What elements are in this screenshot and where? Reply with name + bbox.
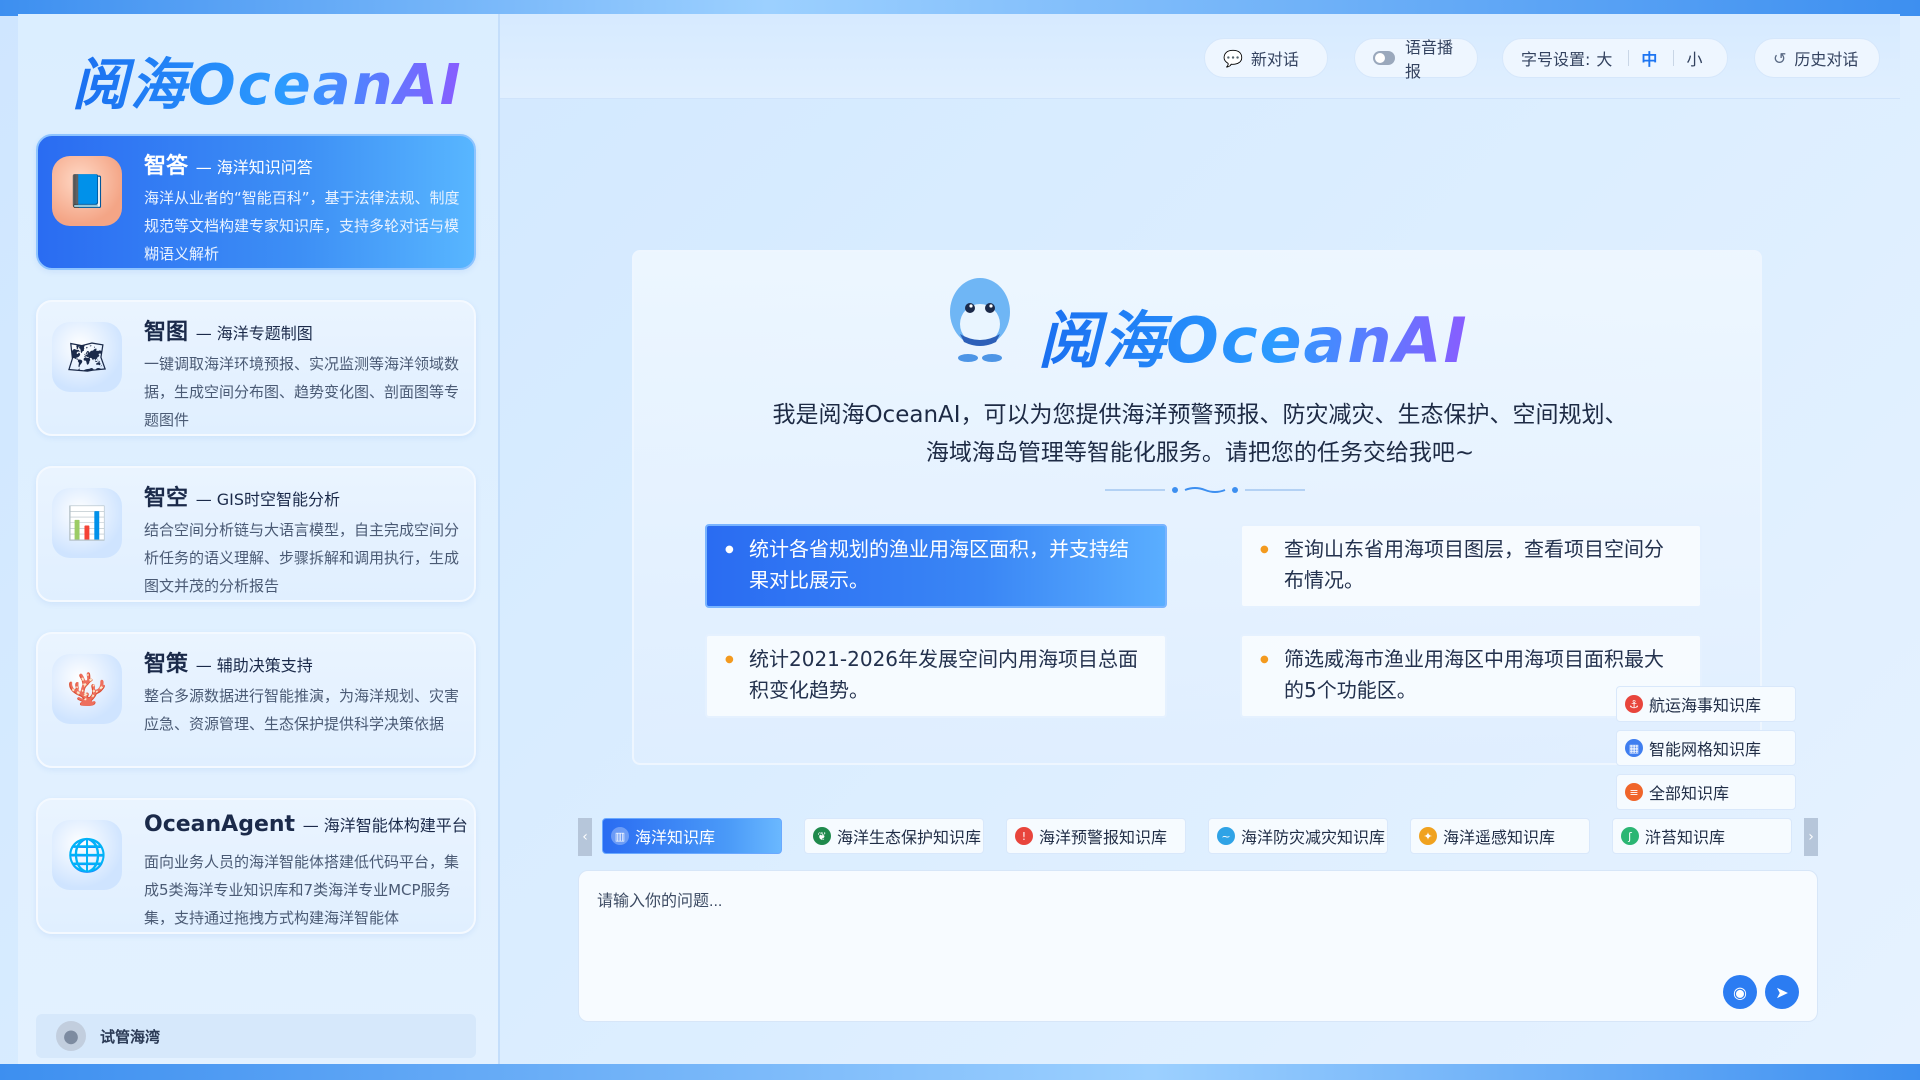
chat-bubble-icon: 💬 xyxy=(1223,48,1243,68)
sidebar-card-oceanagent[interactable]: 🌐 OceanAgent — 海洋智能体构建平台 面向业务人员的海洋智能体搭建低… xyxy=(36,798,476,934)
tabs-scroll-right-button[interactable]: › xyxy=(1804,818,1818,856)
suggestion-card[interactable]: 统计2021-2026年发展空间内用海项目总面积变化趋势。 xyxy=(705,634,1167,718)
card-title: 智空 — GIS时空智能分析 xyxy=(144,486,341,511)
card-description: 海洋从业者的“智能百科”，基于法律法规、制度规范等文档构建专家知识库，支持多轮对… xyxy=(144,189,460,263)
kb-tab-disaster[interactable]: ~ 海洋防灾减灾知识库 xyxy=(1208,818,1388,854)
send-icon: ➤ xyxy=(1775,982,1789,1002)
welcome-logo: 阅海OceanAI xyxy=(1038,290,1469,380)
dolphin-mascot-icon xyxy=(950,278,1010,362)
window-frame-bottom xyxy=(0,1064,1920,1080)
card-title: 智图 — 海洋专题制图 xyxy=(144,320,313,345)
welcome-intro: 我是阅海OceanAI，可以为您提供海洋预警预报、防灾减灾、生态保护、空间规划、… xyxy=(772,402,1628,466)
avatar: ● xyxy=(56,1021,86,1051)
suggestion-card[interactable]: 查询山东省用海项目图层，查看项目空间分布情况。 xyxy=(1240,524,1702,608)
satellite-icon: ✦ xyxy=(1419,827,1437,845)
voice-label: 语音播报 xyxy=(1404,38,1453,81)
book-icon: 📘 xyxy=(52,156,122,226)
font-size-large[interactable]: 大 xyxy=(1596,46,1612,70)
sidebar-card-zhikong[interactable]: 📊 智空 — GIS时空智能分析 结合空间分析链与大语言模型，自主完成空间分析任… xyxy=(36,466,476,602)
layers-icon: ≡ xyxy=(1625,783,1643,801)
font-size-medium[interactable]: 中 xyxy=(1641,46,1657,70)
card-description: 整合多源数据进行智能推演，为海洋规划、灾害应急、资源管理、生态保护提供科学决策依… xyxy=(144,687,460,733)
history-label: 历史对话 xyxy=(1794,50,1859,69)
card-title: OceanAgent — 海洋智能体构建平台 xyxy=(144,812,468,837)
sidebar-card-zhice[interactable]: 🪸 智策 — 辅助决策支持 整合多源数据进行智能推演，为海洋规划、灾害应急、资源… xyxy=(36,632,476,768)
history-icon: ↺ xyxy=(1773,48,1787,68)
divider xyxy=(1673,50,1675,66)
send-button[interactable]: ➤ xyxy=(1765,975,1799,1009)
sidebar-card-zhida[interactable]: 📘 智答 — 海洋知识问答 海洋从业者的“智能百科”，基于法律法规、制度规范等文… xyxy=(36,134,476,270)
user-profile-bar[interactable]: ● 试管海湾 xyxy=(36,1014,476,1058)
grid-icon: ▦ xyxy=(1625,739,1643,757)
new-chat-button[interactable]: 💬 新对话 xyxy=(1204,38,1328,78)
alert-icon: ! xyxy=(1015,827,1033,845)
kb-tab-warning[interactable]: ! 海洋预警报知识库 xyxy=(1006,818,1186,854)
card-title: 智策 — 辅助决策支持 xyxy=(144,652,313,677)
sidebar-card-zhitu[interactable]: 🗺 智图 — 海洋专题制图 一键调取海洋环境预报、实况监测等海洋领域数据，生成空… xyxy=(36,300,476,436)
coral-icon: 🪸 xyxy=(52,654,122,724)
seaweed-icon: ʃ xyxy=(1621,827,1639,845)
leaf-icon: ❦ xyxy=(813,827,831,845)
library-icon: ▥ xyxy=(611,827,629,845)
divider xyxy=(1628,50,1630,66)
history-button[interactable]: ↺ 历史对话 xyxy=(1754,38,1880,78)
globe-icon: 🌐 xyxy=(52,820,122,890)
ship-icon: ⚓ xyxy=(1625,695,1643,713)
kb-tab-ocean[interactable]: ▥ 海洋知识库 xyxy=(602,818,782,854)
suggestion-card[interactable]: 统计各省规划的渔业用海区面积，并支持结果对比展示。 xyxy=(705,524,1167,608)
card-title: 智答 — 海洋知识问答 xyxy=(144,154,313,179)
card-description: 一键调取海洋环境预报、实况监测等海洋领域数据，生成空间分布图、趋势变化图、剖面图… xyxy=(144,355,460,429)
wave-divider-icon xyxy=(1105,487,1305,493)
card-description: 结合空间分析链与大语言模型，自主完成空间分析任务的语义理解、步骤拆解和调用执行，… xyxy=(144,521,460,595)
map-icon: 🗺 xyxy=(52,322,122,392)
wave-icon: ~ xyxy=(1217,827,1235,845)
kb-tab-enteromorpha[interactable]: ʃ 浒苔知识库 xyxy=(1612,818,1792,854)
kb-tab-remote-sensing[interactable]: ✦ 海洋遥感知识库 xyxy=(1410,818,1590,854)
kb-option-grid[interactable]: ▦ 智能网格知识库 xyxy=(1616,730,1796,766)
kb-option-all[interactable]: ≡ 全部知识库 xyxy=(1616,774,1796,810)
target-icon: ◉ xyxy=(1733,982,1747,1002)
font-size-small[interactable]: 小 xyxy=(1686,46,1702,70)
toggle-switch-icon xyxy=(1373,51,1395,65)
brand-logo: 阅海OceanAI xyxy=(72,40,463,121)
new-chat-label: 新对话 xyxy=(1250,50,1299,69)
font-size-setting: 字号设置: 大 中 小 xyxy=(1502,38,1728,78)
kb-option-shipping[interactable]: ⚓ 航运海事知识库 xyxy=(1616,686,1796,722)
tabs-scroll-left-button[interactable]: ‹ xyxy=(578,818,592,856)
kb-tab-ecology[interactable]: ❦ 海洋生态保护知识库 xyxy=(804,818,984,854)
question-input-box: ◉ ➤ xyxy=(578,870,1818,1022)
chart-icon: 📊 xyxy=(52,488,122,558)
card-description: 面向业务人员的海洋智能体搭建低代码平台，集成5类海洋专业知识库和7类海洋专业MC… xyxy=(144,853,460,927)
sidebar: 阅海OceanAI 📘 智答 — 海洋知识问答 海洋从业者的“智能百科”，基于法… xyxy=(18,14,500,1064)
font-size-label: 字号设置: xyxy=(1521,50,1591,69)
voice-broadcast-toggle[interactable]: 语音播报 xyxy=(1354,38,1478,81)
voice-input-button[interactable]: ◉ xyxy=(1723,975,1757,1009)
question-input[interactable] xyxy=(595,885,1779,979)
user-name: 试管海湾 xyxy=(100,1027,161,1046)
